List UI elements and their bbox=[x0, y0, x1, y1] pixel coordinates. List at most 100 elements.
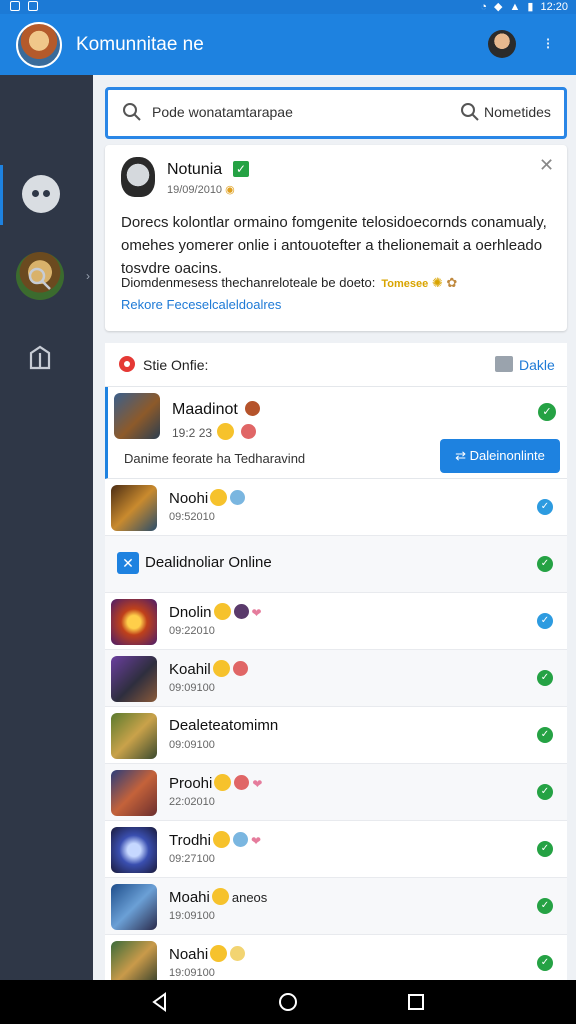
more-menu-icon[interactable]: ⁝ bbox=[538, 34, 558, 56]
battery-icon: ▮ bbox=[527, 1, 534, 13]
member-name: Noahi bbox=[169, 945, 246, 963]
member-name-text: Koahil bbox=[169, 661, 211, 678]
subheader-title: Dealidnoliar Online bbox=[145, 554, 272, 571]
search-icon bbox=[123, 103, 141, 121]
member-name: Dealeteatomimn bbox=[169, 717, 279, 734]
member-name-text: Moahi bbox=[169, 889, 210, 906]
featured-action-button[interactable]: ⇄ Daleinonlinte bbox=[440, 439, 560, 473]
notification-body: Dorecs kolontlar ormaino fomgenite telos… bbox=[121, 214, 547, 277]
featured-item[interactable]: Maadinot 19:2 23 Danime feorate ha Tedha… bbox=[105, 387, 567, 479]
check-icon: ✓ bbox=[537, 613, 553, 629]
featured-name-text: Maadinot bbox=[172, 401, 238, 418]
alarm-icon: ◔ bbox=[480, 0, 488, 13]
list-item[interactable]: Proohi ❤ 22:02010 ✓ bbox=[105, 764, 567, 821]
close-icon[interactable]: ✕ bbox=[539, 155, 554, 176]
search-icon[interactable] bbox=[26, 265, 54, 293]
sun-icon: ✺ bbox=[431, 275, 443, 290]
notification-date: 19/09/2010 bbox=[167, 184, 223, 196]
ghost-icon[interactable] bbox=[22, 175, 60, 213]
smile-emoji-icon bbox=[213, 603, 231, 620]
list-item[interactable]: Trodhi ❤ 09:27100 ✓ bbox=[105, 821, 567, 878]
online-check-icon: ✓ bbox=[538, 403, 556, 421]
member-name: Noohi bbox=[169, 489, 246, 507]
notification-card: Notunia ✓ 19/09/2010 ◉ ✕ Dorecs kolontla… bbox=[105, 145, 567, 331]
check-icon: ✓ bbox=[537, 898, 553, 914]
member-timestamp: 09:27100 bbox=[169, 853, 215, 865]
member-name-text: Noohi bbox=[169, 490, 209, 507]
red-emoji-icon bbox=[240, 424, 256, 439]
member-avatar bbox=[111, 485, 157, 531]
calendar-icon bbox=[28, 1, 38, 11]
list-header-link[interactable]: Dakle bbox=[519, 357, 555, 373]
fire-icon: ◉ bbox=[225, 184, 235, 196]
signal-icon: ▲ bbox=[509, 0, 521, 13]
list-item[interactable]: Dealeteatomimn 09:09100 ✓ bbox=[105, 707, 567, 764]
community-avatar[interactable] bbox=[16, 22, 62, 68]
recents-icon[interactable] bbox=[404, 990, 428, 1014]
member-avatar bbox=[111, 884, 157, 930]
user-avatar[interactable] bbox=[488, 30, 516, 58]
home-icon[interactable] bbox=[276, 990, 300, 1014]
member-name: Koahil bbox=[169, 660, 248, 678]
member-name: Dnolin ❤ bbox=[169, 603, 262, 621]
check-icon: ✓ bbox=[537, 841, 553, 857]
sidebar-selection-indicator bbox=[0, 165, 3, 225]
check-icon: ✓ bbox=[537, 556, 553, 572]
notification-extra-text: Diomdenmesess thechanreloteale be doeto: bbox=[121, 275, 376, 290]
heart-icon: ❤ bbox=[252, 777, 263, 791]
list-header-title: Stie Onfie: bbox=[143, 357, 209, 373]
notification-avatar bbox=[121, 157, 155, 197]
red-emoji-icon bbox=[232, 661, 248, 676]
status-left-icons bbox=[10, 1, 38, 11]
smile-emoji-icon bbox=[210, 945, 228, 962]
member-timestamp: 19:09100 bbox=[169, 910, 215, 922]
main-content: Pode wonatamtarapae Nometides Notunia ✓ … bbox=[93, 75, 576, 983]
featured-sub: 19:2 23 bbox=[172, 423, 256, 440]
notification-link[interactable]: Rekore Feceselcaleldoalres bbox=[121, 297, 281, 312]
check-icon: ✓ bbox=[537, 955, 553, 971]
list-subheader: ✕ Dealidnoliar Online ✓ bbox=[105, 536, 567, 593]
member-timestamp: 09:22010 bbox=[169, 625, 215, 637]
avatar-emoji-icon bbox=[245, 401, 261, 416]
search-filter-label[interactable]: Nometides bbox=[484, 104, 551, 120]
search-filter-icon[interactable] bbox=[460, 102, 480, 122]
member-name: Proohi ❤ bbox=[169, 774, 262, 792]
featured-sub-text: 19:2 23 bbox=[172, 426, 213, 440]
red-emoji-icon bbox=[234, 775, 250, 790]
yellow-emoji-icon bbox=[230, 946, 246, 961]
featured-name: Maadinot bbox=[172, 401, 261, 419]
smile-emoji-icon bbox=[212, 660, 230, 677]
check-icon: ✓ bbox=[537, 784, 553, 800]
search-input[interactable]: Pode wonatamtarapae bbox=[152, 104, 293, 120]
member-timestamp: 22:02010 bbox=[169, 796, 215, 808]
member-timestamp: 09:52010 bbox=[169, 511, 215, 523]
list-item[interactable]: Dnolin ❤ 09:22010 ✓ bbox=[105, 593, 567, 650]
member-name-text: Noahi bbox=[169, 946, 209, 963]
notification-subtitle: 19/09/2010 ◉ bbox=[167, 183, 235, 196]
check-icon: ✓ bbox=[537, 670, 553, 686]
notification-badge: Tomesee bbox=[381, 278, 429, 290]
member-timestamp: 19:09100 bbox=[169, 967, 215, 979]
verified-icon: ✓ bbox=[233, 161, 249, 177]
heart-icon: ❤ bbox=[250, 834, 262, 848]
list-item[interactable]: Moahi aneos 19:09100 ✓ bbox=[105, 878, 567, 935]
members-list: Stie Onfie: Dakle Maadinot 19:2 23 Danim… bbox=[105, 343, 567, 983]
dark-emoji-icon bbox=[233, 604, 249, 619]
back-icon[interactable] bbox=[148, 990, 172, 1014]
smile-emoji-icon bbox=[211, 888, 229, 905]
bookmark-icon[interactable] bbox=[26, 343, 54, 371]
search-bar[interactable]: Pode wonatamtarapae Nometides bbox=[105, 87, 567, 139]
member-avatar bbox=[111, 656, 157, 702]
status-time: 12:20 bbox=[540, 0, 568, 13]
member-name-text: Trodhi bbox=[169, 832, 211, 849]
wifi-icon: ◆ bbox=[494, 1, 503, 13]
list-item[interactable]: Noohi 09:52010 ✓ bbox=[105, 479, 567, 536]
app-header: Komunnitae ne ⁝ bbox=[0, 14, 576, 75]
status-bar: ◔ ◆ ▲ ▮ 12:20 bbox=[0, 0, 576, 14]
list-item[interactable]: Noahi 19:09100 ✓ bbox=[105, 935, 567, 983]
smile-emoji-icon bbox=[212, 831, 230, 848]
member-timestamp: 09:09100 bbox=[169, 739, 215, 751]
member-name: Moahi aneos bbox=[169, 888, 267, 906]
list-item[interactable]: Koahil 09:09100 ✓ bbox=[105, 650, 567, 707]
featured-action-label: Daleinonlinte bbox=[469, 448, 545, 463]
